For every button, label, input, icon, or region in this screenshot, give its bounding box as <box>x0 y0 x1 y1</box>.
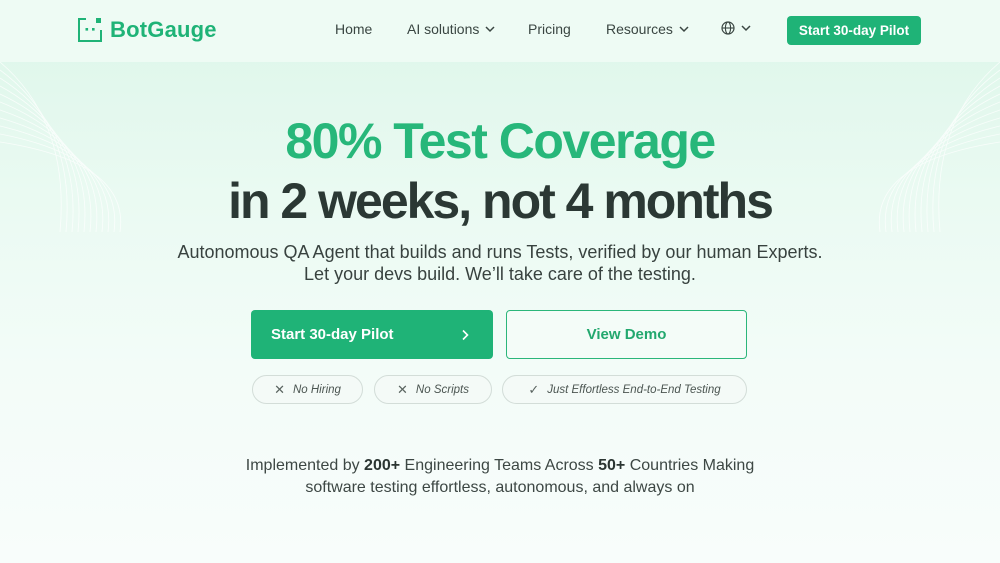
stat-suffix: Countries Making <box>625 457 755 474</box>
stat-teams-count: 200+ <box>364 457 401 474</box>
feature-pill-effortless-testing: ✓ Just Effortless End-to-End Testing <box>502 375 747 404</box>
chevron-down-icon <box>741 25 751 32</box>
start-pilot-button[interactable]: Start 30-day Pilot <box>251 310 493 359</box>
social-proof-line-2: software testing effortless, autonomous,… <box>305 479 695 496</box>
hero-headline-accent: 80% Test Coverage <box>285 113 716 169</box>
chevron-right-icon <box>462 329 469 340</box>
hero-subtitle: Autonomous QA Agent that builds and runs… <box>0 241 1000 285</box>
top-navbar: BotGauge Home AI solutions Pricing Resou… <box>0 0 1000 62</box>
social-proof-text: Implemented by 200+ Engineering Teams Ac… <box>0 455 1000 499</box>
hero-subtitle-line-1: Autonomous QA Agent that builds and runs… <box>177 242 823 262</box>
nav-ai-solutions-label: AI solutions <box>407 21 480 37</box>
globe-icon <box>721 21 735 35</box>
x-icon: ✕ <box>397 381 408 397</box>
stat-prefix: Implemented by <box>245 457 365 474</box>
feature-pill-label: No Hiring <box>292 383 341 396</box>
chevron-down-icon <box>485 26 495 33</box>
social-proof-line-1: Implemented by 200+ Engineering Teams Ac… <box>0 455 1000 477</box>
nav-start-pilot-button[interactable]: Start 30-day Pilot <box>787 16 921 45</box>
view-demo-label: View Demo <box>586 326 667 343</box>
feature-pill-no-hiring: ✕ No Hiring <box>252 375 363 404</box>
nav-pricing-label: Pricing <box>528 21 571 37</box>
nav-home[interactable]: Home <box>335 21 372 37</box>
logo-text: BotGauge <box>110 17 217 42</box>
stat-middle: Engineering Teams Across <box>400 457 599 474</box>
start-pilot-label: Start 30-day Pilot <box>271 326 394 343</box>
feature-pill-label: Just Effortless End-to-End Testing <box>547 383 721 396</box>
logo-icon <box>78 18 102 42</box>
nav-home-label: Home <box>335 21 373 37</box>
feature-pill-label: No Scripts <box>415 383 469 396</box>
check-icon: ✓ <box>528 381 540 397</box>
x-icon: ✕ <box>274 381 285 397</box>
language-selector[interactable] <box>721 21 752 35</box>
feature-pill-no-scripts: ✕ No Scripts <box>374 375 492 404</box>
stat-countries-count: 50+ <box>598 457 626 474</box>
chevron-down-icon <box>679 26 689 33</box>
nav-resources-label: Resources <box>606 21 673 37</box>
hero-subtitle-line-2: Let your devs build. We’ll take care of … <box>304 264 696 284</box>
nav-ai-solutions[interactable]: AI solutions <box>407 21 496 37</box>
nav-resources[interactable]: Resources <box>606 21 690 37</box>
hero-headline: in 2 weeks, not 4 months <box>228 173 774 229</box>
nav-pricing[interactable]: Pricing <box>528 21 571 37</box>
brand-logo[interactable]: BotGauge <box>78 17 217 43</box>
view-demo-button[interactable]: View Demo <box>506 310 747 359</box>
